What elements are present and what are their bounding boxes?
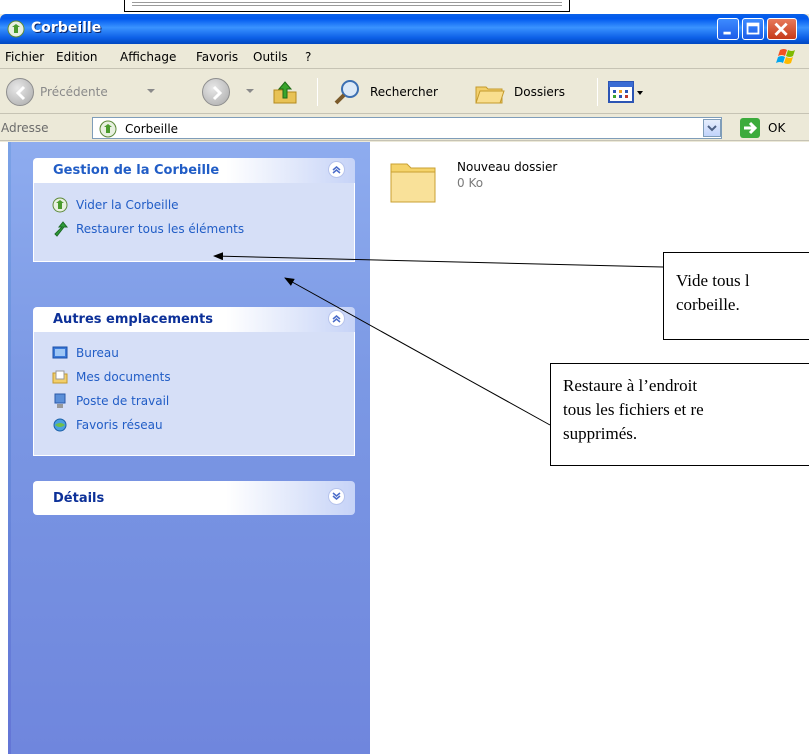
menu-outils[interactable]: Outils xyxy=(253,50,288,64)
panel-header[interactable]: Détails xyxy=(33,481,355,515)
annotation-restore-all: Restaure à l’endroit tous les fichiers e… xyxy=(550,363,809,466)
menu-affichage[interactable]: Affichage xyxy=(120,50,176,64)
go-arrow-icon xyxy=(744,121,758,135)
restore-arrow-icon xyxy=(54,221,68,237)
views-icon[interactable] xyxy=(608,79,644,105)
file-size: 0 Ko xyxy=(457,176,484,190)
document-rule xyxy=(132,2,562,6)
maximize-icon xyxy=(746,22,760,35)
go-button[interactable] xyxy=(740,118,760,138)
document-top-fragment xyxy=(0,0,809,14)
panel-header[interactable]: Gestion de la Corbeille xyxy=(33,158,355,183)
panel-title: Gestion de la Corbeille xyxy=(53,163,220,178)
task-label: Mes documents xyxy=(76,370,171,384)
task-label: Favoris réseau xyxy=(76,418,163,432)
documents-folder-icon xyxy=(52,370,68,384)
task-label: Bureau xyxy=(76,346,119,360)
network-icon xyxy=(53,418,67,432)
window-title: Corbeille xyxy=(31,20,102,36)
search-icon[interactable] xyxy=(332,78,362,106)
search-label[interactable]: Rechercher xyxy=(370,85,438,99)
chevron-up-icon xyxy=(332,166,341,174)
chevron-up-icon xyxy=(332,315,341,323)
address-field[interactable]: Corbeille xyxy=(92,117,722,139)
recycle-bin-icon xyxy=(52,197,68,213)
menu-help[interactable]: ? xyxy=(305,50,311,64)
file-name: Nouveau dossier xyxy=(457,160,558,174)
standard-toolbar: Précédente Rechercher Dossiers xyxy=(0,70,809,114)
menu-fichier[interactable]: Fichier xyxy=(5,50,44,64)
panel-recycle-bin-tasks: Gestion de la Corbeille Vider la Corbeil… xyxy=(33,158,355,278)
desktop-icon xyxy=(52,346,68,359)
toolbar-separator xyxy=(317,78,318,106)
folders-label[interactable]: Dossiers xyxy=(514,85,565,99)
task-label: Restaurer tous les éléments xyxy=(76,222,245,236)
recycle-bin-icon xyxy=(7,20,25,38)
file-item[interactable]: Nouveau dossier 0 Ko xyxy=(381,154,601,214)
panel-other-places: Autres emplacements Bureau Mes documents xyxy=(33,307,355,457)
task-pane: Gestion de la Corbeille Vider la Corbeil… xyxy=(8,142,370,754)
windows-logo-icon xyxy=(776,49,795,64)
panel-details: Détails xyxy=(33,481,355,521)
up-folder-icon[interactable] xyxy=(271,78,299,106)
collapse-button[interactable] xyxy=(328,161,345,178)
menu-favoris[interactable]: Favoris xyxy=(196,50,238,64)
minimize-button[interactable] xyxy=(717,18,739,40)
forward-button[interactable] xyxy=(202,78,230,106)
folder-icon xyxy=(390,163,436,203)
computer-icon xyxy=(54,393,66,408)
task-label: Poste de travail xyxy=(76,394,170,408)
close-icon xyxy=(774,22,788,36)
panel-header[interactable]: Autres emplacements xyxy=(33,307,355,332)
back-label: Précédente xyxy=(40,85,108,99)
panel-title: Autres emplacements xyxy=(53,312,214,327)
chevron-down-icon xyxy=(707,125,717,132)
back-dropdown-icon[interactable] xyxy=(147,89,155,93)
annotation-line: Vide tous l xyxy=(676,271,750,290)
back-arrow-icon xyxy=(15,85,26,101)
address-bar: Adresse Corbeille OK xyxy=(0,115,809,141)
menu-bar: Fichier Edition Affichage Favoris Outils… xyxy=(0,44,809,69)
toolbar-separator-2 xyxy=(597,78,598,106)
menu-edition[interactable]: Edition xyxy=(56,50,98,64)
collapse-button[interactable] xyxy=(328,310,345,327)
address-value: Corbeille xyxy=(125,122,179,136)
annotation-empty-bin: Vide tous l corbeille. xyxy=(663,252,809,340)
panel-body: Vider la Corbeille Restaurer tous les él… xyxy=(33,183,355,262)
task-label: Vider la Corbeille xyxy=(76,198,179,212)
go-label[interactable]: OK xyxy=(768,121,785,135)
forward-arrow-icon xyxy=(212,85,223,101)
expand-button[interactable] xyxy=(328,488,345,505)
annotation-line: tous les fichiers et re xyxy=(563,400,704,419)
annotation-line: supprimés. xyxy=(563,424,638,443)
minimize-icon xyxy=(723,31,731,35)
address-label: Adresse xyxy=(1,121,49,135)
annotation-line: Restaure à l’endroit xyxy=(563,376,698,395)
annotation-line: corbeille. xyxy=(676,295,740,314)
back-button[interactable] xyxy=(6,78,34,106)
chevron-down-icon xyxy=(332,492,341,500)
folders-icon[interactable] xyxy=(474,79,510,105)
recycle-bin-icon xyxy=(99,120,117,138)
maximize-button[interactable] xyxy=(742,18,764,40)
title-bar[interactable]: Corbeille xyxy=(0,14,809,44)
address-dropdown-button[interactable] xyxy=(703,119,721,137)
close-button[interactable] xyxy=(767,18,797,40)
panel-title: Détails xyxy=(53,491,105,506)
panel-body: Bureau Mes documents Poste de travail Fa… xyxy=(33,332,355,456)
document-frame xyxy=(124,0,570,12)
forward-dropdown-icon[interactable] xyxy=(246,89,254,93)
